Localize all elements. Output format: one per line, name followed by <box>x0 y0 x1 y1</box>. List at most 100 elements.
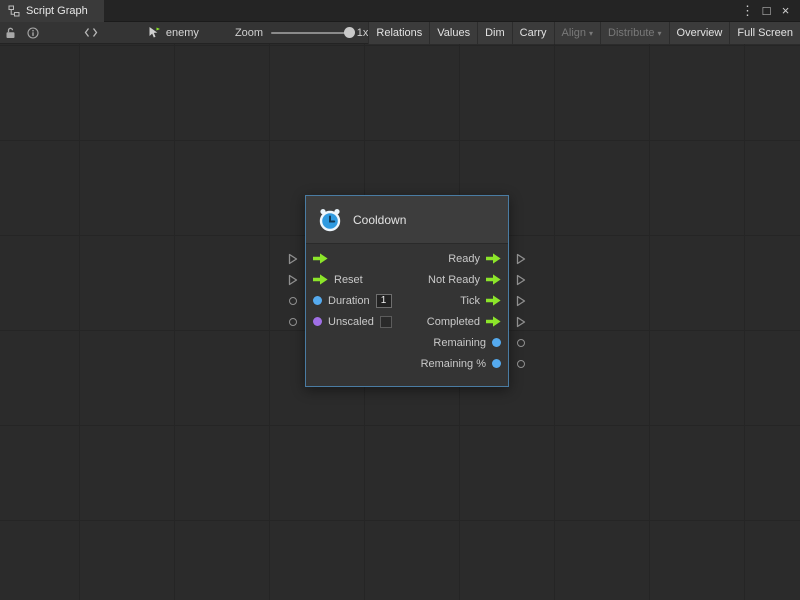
zoom-slider-handle[interactable] <box>344 27 355 38</box>
output-port-ready[interactable]: Ready <box>448 253 501 265</box>
tab-script-graph[interactable]: Script Graph <box>0 0 104 22</box>
input-connector-duration[interactable] <box>286 290 300 311</box>
value-connector-icon <box>289 318 297 326</box>
toolbar-button-label: Values <box>437 27 470 39</box>
close-icon[interactable]: × <box>777 0 794 22</box>
flow-connector-icon <box>288 274 298 286</box>
window-titlebar: Script Graph ⋮ □ × <box>0 0 800 22</box>
flow-port-icon <box>486 253 501 264</box>
flow-port-icon <box>486 295 501 306</box>
toolbar-button-align[interactable]: Align▾ <box>554 22 600 44</box>
code-icon <box>84 27 98 38</box>
output-port-tick[interactable]: Tick <box>460 295 501 307</box>
value-port-icon <box>492 338 501 347</box>
output-port-remaining[interactable]: Remaining % <box>421 358 501 370</box>
port-row: Remaining <box>306 332 508 353</box>
value-port-icon <box>313 296 322 305</box>
flow-connector-icon <box>516 316 526 328</box>
graph-target[interactable]: enemy <box>148 26 199 39</box>
window-controls: ⋮ □ × <box>739 0 800 22</box>
port-label: Duration <box>328 295 370 307</box>
output-connector-remaining[interactable] <box>514 353 528 374</box>
output-port-remaining[interactable]: Remaining <box>433 337 501 349</box>
port-label: Unscaled <box>328 316 374 328</box>
input-connector-unscaled[interactable] <box>286 311 300 332</box>
script-graph-icon <box>8 5 20 17</box>
duration-field[interactable] <box>376 294 392 308</box>
toolbar-button-label: Overview <box>677 27 723 39</box>
node-header[interactable]: Cooldown <box>306 196 508 244</box>
toolbar-button-label: Align <box>562 27 586 39</box>
zoom-label: Zoom <box>235 27 263 39</box>
toolbar-button-full-screen[interactable]: Full Screen <box>729 22 800 44</box>
value-port-icon <box>313 317 322 326</box>
output-connector-ready[interactable] <box>514 248 528 269</box>
dropdown-caret-icon: ▾ <box>589 29 593 38</box>
menu-icon[interactable]: ⋮ <box>739 0 756 22</box>
lock-icon <box>5 27 16 39</box>
value-connector-icon <box>517 360 525 368</box>
output-connector-completed[interactable] <box>514 311 528 332</box>
output-port-not-ready[interactable]: Not Ready <box>428 274 501 286</box>
graph-toolbar: enemy Zoom 1x Relations Values Dim Carry Ali… <box>0 22 800 44</box>
toolbar-button-label: Relations <box>376 27 422 39</box>
input-connector-reset[interactable] <box>286 269 300 290</box>
flow-connector-icon <box>516 274 526 286</box>
port-row: Unscaled Completed <box>306 311 508 332</box>
flow-connector-icon <box>288 253 298 265</box>
input-connector-flow[interactable] <box>286 248 300 269</box>
output-connector-remaining[interactable] <box>514 332 528 353</box>
flow-connector-icon <box>516 253 526 265</box>
toolbar-button-dim[interactable]: Dim <box>477 22 512 44</box>
node-port-rows: Ready Reset Not Ready Duration Tick Unscaled C… <box>306 244 508 386</box>
port-label: Reset <box>334 274 363 286</box>
port-label: Completed <box>427 316 480 328</box>
toolbar-button-carry[interactable]: Carry <box>512 22 554 44</box>
flow-port-icon <box>486 274 501 285</box>
toolbar-button-label: Carry <box>520 27 547 39</box>
maximize-icon[interactable]: □ <box>758 0 775 22</box>
node-title: Cooldown <box>353 213 406 227</box>
zoom-slider-track[interactable] <box>271 32 350 34</box>
port-row: Ready <box>306 248 508 269</box>
toolbar-button-distribute[interactable]: Distribute ▾ <box>600 22 668 44</box>
dropdown-caret-icon: ▾ <box>658 29 662 38</box>
flow-port-icon <box>486 316 501 327</box>
port-row: Remaining % <box>306 353 508 374</box>
toolbar-button-label: Distribute <box>608 27 654 39</box>
output-connector-tick[interactable] <box>514 290 528 311</box>
toolbar-buttons: RelationsValuesDimCarryAlign▾Distribute▾… <box>368 22 800 44</box>
value-connector-icon <box>289 297 297 305</box>
value-connector-icon <box>517 339 525 347</box>
value-port-icon <box>492 359 501 368</box>
input-port-duration[interactable]: Duration <box>313 294 392 308</box>
port-row: Reset Not Ready <box>306 269 508 290</box>
empty-connector-slot <box>286 353 300 374</box>
lock-button[interactable] <box>0 22 22 44</box>
flow-connector-icon <box>516 295 526 307</box>
input-port-unscaled[interactable]: Unscaled <box>313 316 392 328</box>
output-port-completed[interactable]: Completed <box>427 316 501 328</box>
alarm-clock-icon <box>317 207 343 233</box>
tab-title: Script Graph <box>26 5 88 17</box>
zoom-slider[interactable] <box>271 22 350 44</box>
toolbar-button-label: Full Screen <box>737 27 793 39</box>
code-view-button[interactable] <box>80 22 102 44</box>
zoom-value: 1x <box>357 27 369 39</box>
info-button[interactable] <box>22 22 44 44</box>
toolbar-button-overview[interactable]: Overview <box>669 22 730 44</box>
output-connector-not-ready[interactable] <box>514 269 528 290</box>
toolbar-button-values[interactable]: Values <box>429 22 477 44</box>
toolbar-button-relations[interactable]: Relations <box>368 22 429 44</box>
graph-target-label: enemy <box>166 27 199 39</box>
port-label: Tick <box>460 295 480 307</box>
cooldown-node[interactable]: Cooldown Ready Reset Not Ready Duration Tick… <box>305 195 509 387</box>
unscaled-checkbox[interactable] <box>380 316 392 328</box>
input-port-reset[interactable]: Reset <box>313 274 363 286</box>
graph-pointer-icon <box>148 26 161 39</box>
input-port-flow[interactable] <box>313 253 328 264</box>
graph-canvas[interactable]: Cooldown Ready Reset Not Ready Duration Tick… <box>0 44 800 600</box>
empty-connector-slot <box>286 332 300 353</box>
port-label: Remaining % <box>421 358 486 370</box>
input-connectors <box>286 248 300 374</box>
